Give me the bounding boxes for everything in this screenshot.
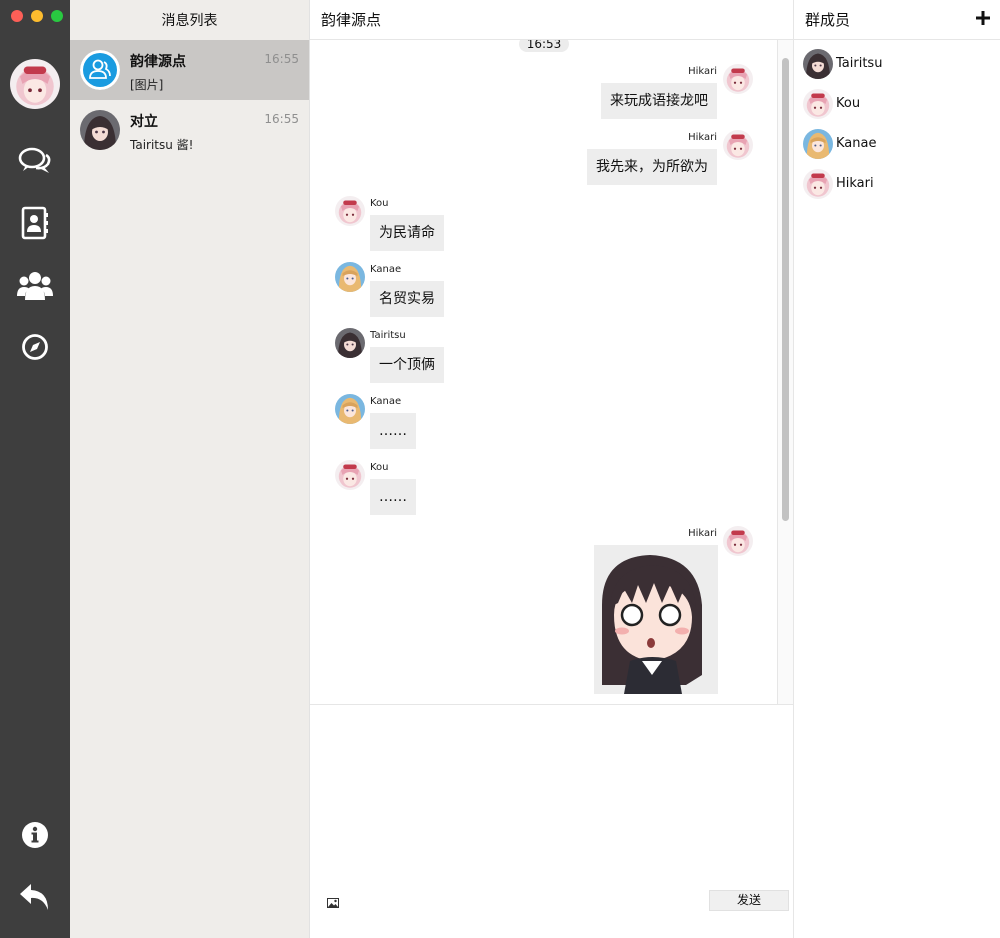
message-bubble: 为民请命 bbox=[370, 215, 444, 251]
message-bubble: 来玩成语接龙吧 bbox=[601, 83, 717, 119]
message-composer[interactable]: 发送 bbox=[310, 704, 793, 938]
close-window-button[interactable] bbox=[11, 10, 23, 22]
avatar[interactable] bbox=[335, 262, 365, 292]
message-sender: Hikari bbox=[688, 66, 717, 77]
message-item: Hikari bbox=[310, 526, 793, 704]
message-sender: Kanae bbox=[370, 396, 402, 407]
member-name: Kou bbox=[836, 96, 861, 111]
message-item: Kanae …… bbox=[310, 394, 793, 454]
avatar[interactable] bbox=[335, 460, 365, 490]
conversation-preview: Tairitsu 酱! bbox=[130, 138, 194, 152]
member-name: Kanae bbox=[836, 136, 877, 151]
conversation-name: 对立 bbox=[130, 114, 158, 130]
message-sender: Hikari bbox=[688, 132, 717, 143]
chat-title: 韵律源点 bbox=[310, 0, 793, 40]
chat-icon[interactable] bbox=[15, 142, 55, 182]
avatar bbox=[803, 89, 833, 119]
send-button[interactable]: 发送 bbox=[709, 890, 789, 911]
message-sender: Tairitsu bbox=[370, 330, 406, 341]
avatar bbox=[803, 49, 833, 79]
member-item[interactable]: Kou bbox=[794, 80, 1000, 120]
avatar[interactable] bbox=[335, 394, 365, 424]
message-bubble: 一个顶俩 bbox=[370, 347, 444, 383]
window-controls bbox=[11, 10, 63, 22]
message-item: Hikari 我先来，为所欲为 bbox=[310, 130, 793, 190]
conversation-time: 16:55 bbox=[264, 52, 299, 66]
time-divider: 16:53 bbox=[519, 40, 569, 52]
member-item[interactable]: Tairitsu bbox=[794, 40, 1000, 80]
member-item[interactable]: Hikari bbox=[794, 160, 1000, 200]
my-avatar[interactable] bbox=[10, 59, 60, 109]
member-name: Hikari bbox=[836, 176, 874, 191]
contacts-icon[interactable] bbox=[15, 203, 55, 243]
message-item: Kou …… bbox=[310, 460, 793, 520]
message-sender: Kanae bbox=[370, 264, 402, 275]
members-title-text: 群成员 bbox=[805, 11, 851, 29]
avatar[interactable] bbox=[723, 130, 753, 160]
chat-panel: 韵律源点 16:53 Hikari 来玩成语接龙吧 Hikari 我先来，为所欲… bbox=[310, 0, 793, 938]
member-name: Tairitsu bbox=[836, 56, 883, 71]
sticker-image bbox=[594, 545, 718, 694]
sidebar-nav bbox=[0, 0, 70, 938]
message-area[interactable]: 16:53 Hikari 来玩成语接龙吧 Hikari 我先来，为所欲为 Kou… bbox=[310, 40, 793, 704]
message-scrollbar[interactable] bbox=[777, 40, 793, 704]
message-bubble: …… bbox=[370, 479, 416, 515]
plus-icon[interactable] bbox=[976, 9, 992, 29]
discover-icon[interactable] bbox=[15, 327, 55, 367]
image-icon[interactable] bbox=[327, 897, 339, 908]
avatar[interactable] bbox=[335, 328, 365, 358]
avatar[interactable] bbox=[723, 64, 753, 94]
conversation-item[interactable]: 韵律源点 16:55 [图片] bbox=[70, 40, 309, 100]
message-bubble: 名贸实易 bbox=[370, 281, 444, 317]
conversation-preview: [图片] bbox=[130, 78, 164, 92]
message-item: Hikari 来玩成语接龙吧 bbox=[310, 64, 793, 124]
members-title: 群成员 bbox=[794, 0, 1000, 40]
image-message[interactable] bbox=[594, 545, 718, 694]
avatar[interactable] bbox=[723, 526, 753, 556]
message-item: Tairitsu 一个顶俩 bbox=[310, 328, 793, 388]
message-sender: Kou bbox=[370, 198, 389, 209]
zoom-window-button[interactable] bbox=[51, 10, 63, 22]
message-bubble: 我先来，为所欲为 bbox=[587, 149, 717, 185]
avatar bbox=[803, 129, 833, 159]
conversation-list: 消息列表 韵律源点 16:55 [图片] 对立 16:55 Tairitsu 酱… bbox=[70, 0, 310, 938]
message-sender: Kou bbox=[370, 462, 389, 473]
member-item[interactable]: Kanae bbox=[794, 120, 1000, 160]
conversation-time: 16:55 bbox=[264, 112, 299, 126]
back-icon[interactable] bbox=[15, 877, 55, 917]
avatar[interactable] bbox=[335, 196, 365, 226]
message-item: Kou 为民请命 bbox=[310, 196, 793, 256]
group-avatar bbox=[80, 50, 120, 90]
scrollbar-thumb[interactable] bbox=[782, 58, 789, 521]
members-panel: 群成员 Tairitsu Kou Kanae Hikari bbox=[793, 0, 1000, 938]
avatar bbox=[803, 169, 833, 199]
info-icon[interactable] bbox=[15, 815, 55, 855]
avatar bbox=[80, 110, 120, 150]
message-sender: Hikari bbox=[688, 528, 717, 539]
message-item: Kanae 名贸实易 bbox=[310, 262, 793, 322]
conversation-item[interactable]: 对立 16:55 Tairitsu 酱! bbox=[70, 100, 309, 160]
conversation-list-title: 消息列表 bbox=[70, 0, 309, 40]
group-icon[interactable] bbox=[15, 265, 55, 305]
conversation-name: 韵律源点 bbox=[130, 54, 186, 70]
minimize-window-button[interactable] bbox=[31, 10, 43, 22]
message-bubble: …… bbox=[370, 413, 416, 449]
